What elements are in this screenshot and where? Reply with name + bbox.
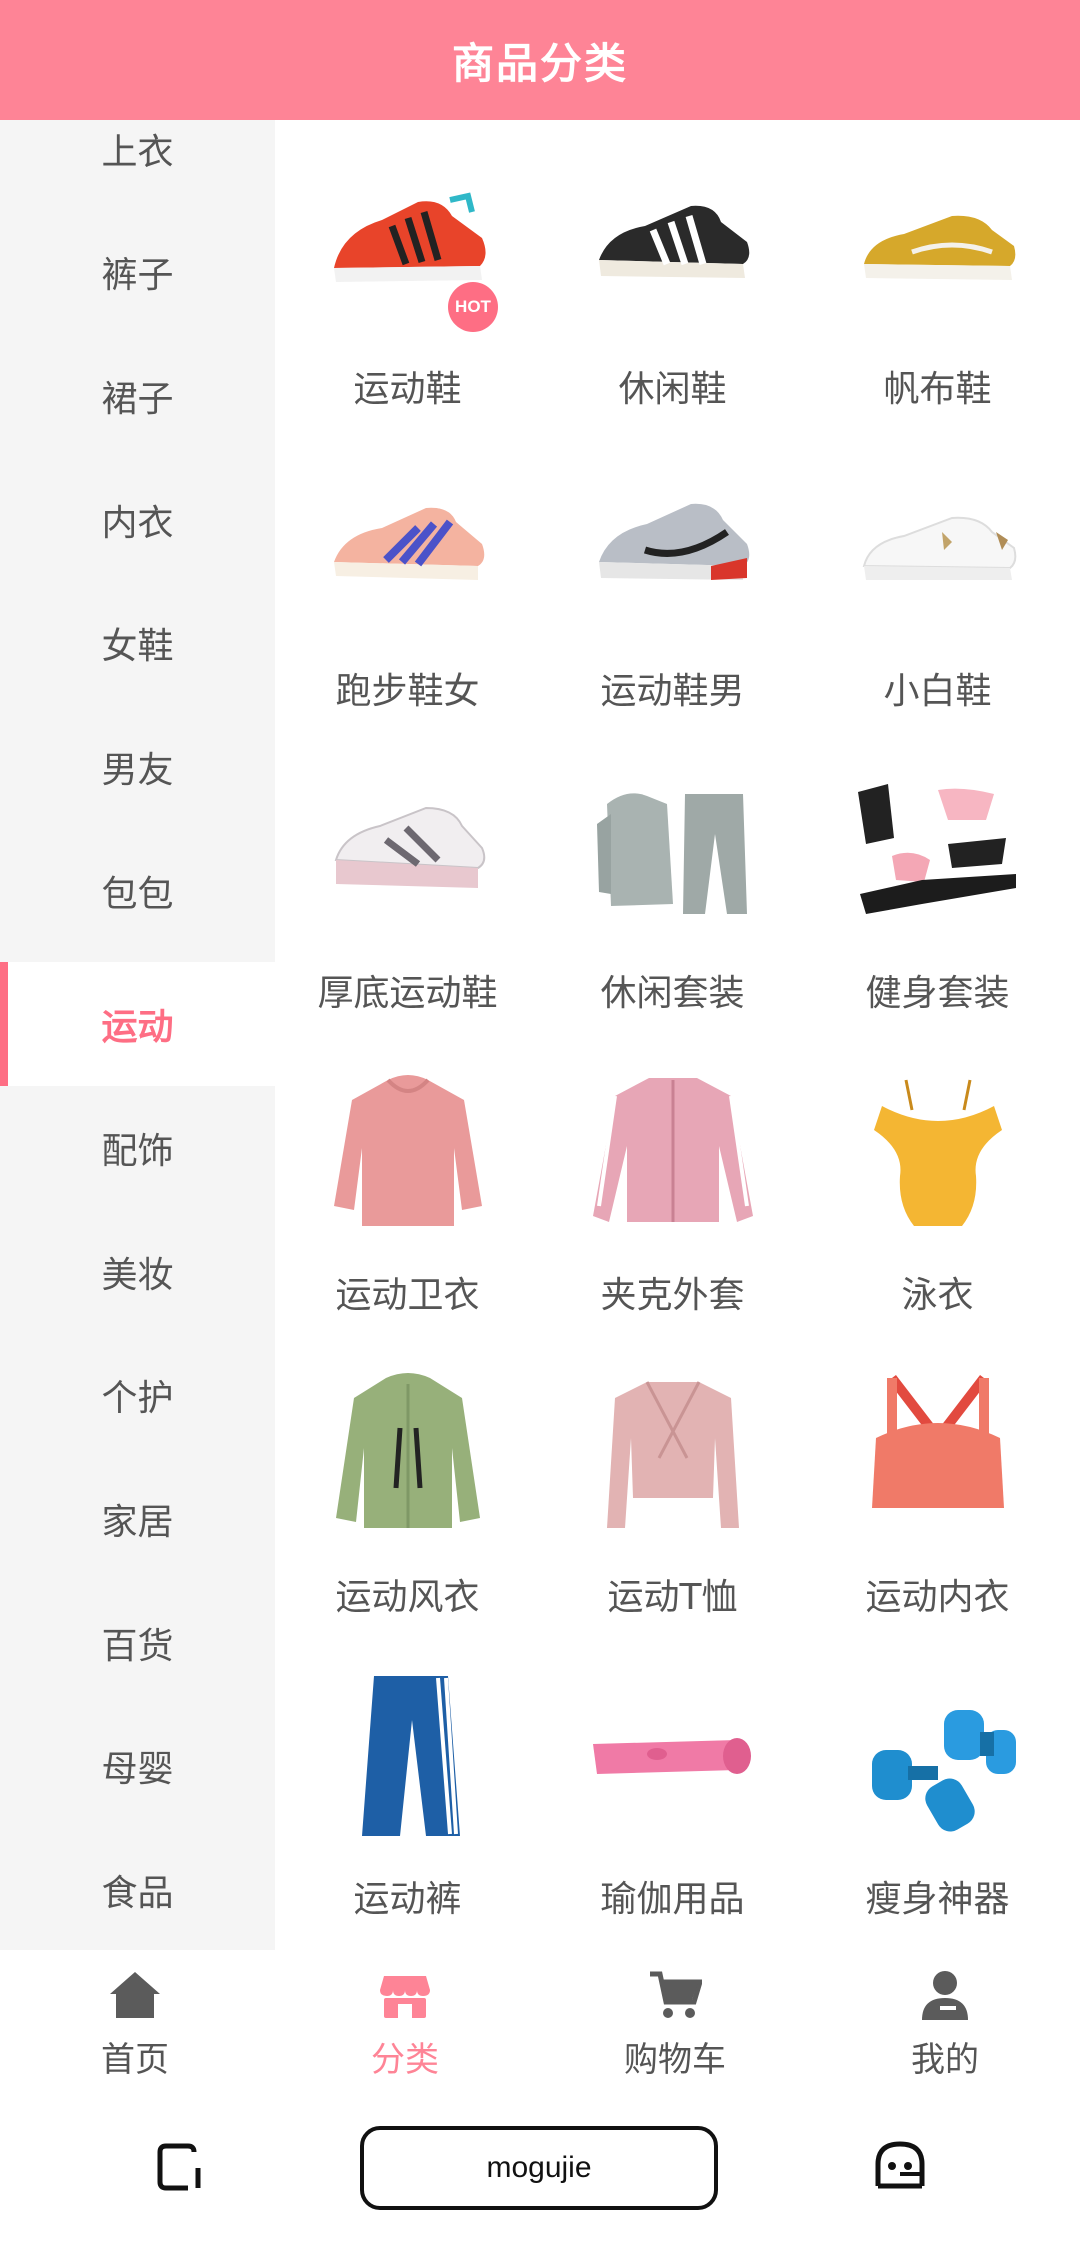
page-title: 商品分类 xyxy=(451,38,628,88)
sidebar-item-accessories[interactable]: 配饰 xyxy=(0,1086,275,1210)
grid-item-label: 运动内衣 xyxy=(865,1577,1010,1618)
assistant-icon[interactable] xyxy=(870,2138,930,2198)
tab-label: 我的 xyxy=(911,2040,979,2080)
grid-item-slimming-tools[interactable]: 瘦身神器 xyxy=(805,1630,1070,1932)
grid-item-label: 休闲套装 xyxy=(600,973,745,1014)
tab-category[interactable]: 分类 xyxy=(270,1950,540,2088)
white-sneaker-icon xyxy=(852,462,1024,634)
sidebar-item-womens-shoes[interactable]: 女鞋 xyxy=(0,581,275,705)
bottom-tab-bar: 首页 分类 购物车 我的 xyxy=(0,1950,1080,2088)
sports-bra-icon xyxy=(852,1368,1024,1540)
sidebar-item-tops[interactable]: 上衣 xyxy=(0,120,275,211)
grid-item-label: 运动T恤 xyxy=(607,1577,738,1618)
cart-icon xyxy=(650,1971,702,2018)
running-shoe-pink-icon xyxy=(322,462,494,634)
grid-item-label: 运动鞋男 xyxy=(600,671,745,712)
grid-item-platform-sneakers[interactable]: 厚底运动鞋 xyxy=(275,724,540,1026)
sidebar-item-skirts[interactable]: 裙子 xyxy=(0,334,275,458)
grid-item-label: 健身套装 xyxy=(865,973,1010,1014)
grid-item-label: 运动风衣 xyxy=(335,1577,480,1618)
sidebar-item-bags[interactable]: 包包 xyxy=(0,829,275,953)
fitness-set-icon xyxy=(852,764,1024,936)
sidebar-item-general-goods[interactable]: 百货 xyxy=(0,1581,275,1705)
yellow-swimsuit-icon xyxy=(852,1066,1024,1238)
yoga-mat-icon xyxy=(587,1670,759,1842)
grid-item-yoga-supplies[interactable]: 瑜伽用品 xyxy=(540,1630,805,1932)
grid-item-sport-windbreakers[interactable]: 运动风衣 xyxy=(275,1328,540,1630)
grid-item-sport-tshirts[interactable]: 运动T恤 xyxy=(540,1328,805,1630)
green-windbreaker-icon xyxy=(322,1368,494,1540)
grid-item-sport-pants[interactable]: 运动裤 xyxy=(275,1630,540,1932)
grid-item-label: 泳衣 xyxy=(901,1275,974,1316)
sidebar-item-home[interactable]: 家居 xyxy=(0,1457,275,1581)
grid-item-white-shoes[interactable]: 小白鞋 xyxy=(805,422,1070,724)
grey-tracksuit-icon xyxy=(587,764,759,936)
grid-item-sport-bras[interactable]: 运动内衣 xyxy=(805,1328,1070,1630)
grid-item-label: 运动裤 xyxy=(353,1879,462,1920)
page-header: 商品分类 xyxy=(0,0,1080,120)
sidebar-item-food[interactable]: 食品 xyxy=(0,1828,275,1950)
grid-item-label: 小白鞋 xyxy=(883,671,992,712)
grid-item-fitness-sets[interactable]: 健身套装 xyxy=(805,724,1070,1026)
grid-item-label: 运动鞋 xyxy=(353,369,462,410)
grid-item-label: 帆布鞋 xyxy=(883,369,992,410)
grid-item-casual-sets[interactable]: 休闲套装 xyxy=(540,724,805,1026)
sidebar-item-boyfriend[interactable]: 男友 xyxy=(0,705,275,829)
sneaker-grey-icon xyxy=(587,462,759,634)
canvas-shoe-yellow-icon xyxy=(852,160,1024,332)
tab-home[interactable]: 首页 xyxy=(0,1950,270,2088)
sidebar-item-makeup[interactable]: 美妆 xyxy=(0,1210,275,1334)
grid-item-jackets[interactable]: 夹克外套 xyxy=(540,1026,805,1328)
subcategory-grid: HOT 运动鞋 休闲鞋 帆布鞋 跑步鞋女 运动鞋男 小白鞋 厚底运动鞋 休闲套装… xyxy=(275,120,1080,1950)
grid-item-label: 休闲鞋 xyxy=(618,369,727,410)
tab-label: 购物车 xyxy=(624,2040,726,2080)
hot-badge: HOT xyxy=(448,282,498,332)
dumbbell-icon xyxy=(852,1670,1024,1842)
grid-item-sport-shoes[interactable]: HOT 运动鞋 xyxy=(275,120,540,422)
home-icon xyxy=(110,1972,160,2018)
grid-item-label: 瑜伽用品 xyxy=(600,1879,745,1920)
recent-apps-icon[interactable] xyxy=(150,2138,210,2198)
grid-item-label: 厚底运动鞋 xyxy=(317,973,498,1014)
sidebar-item-pants[interactable]: 裤子 xyxy=(0,210,275,334)
grid-item-running-shoes-women[interactable]: 跑步鞋女 xyxy=(275,422,540,724)
grid-item-sport-shoes-men[interactable]: 运动鞋男 xyxy=(540,422,805,724)
tab-label: 首页 xyxy=(101,2040,169,2080)
tab-profile[interactable]: 我的 xyxy=(810,1950,1080,2088)
system-nav-bar: mogujie xyxy=(0,2088,1080,2249)
tab-cart[interactable]: 购物车 xyxy=(540,1950,810,2088)
grid-item-label: 跑步鞋女 xyxy=(335,671,480,712)
category-sidebar[interactable]: 上衣 裤子 裙子 内衣 女鞋 男友 包包 运动 配饰 美妆 个护 家居 百货 母… xyxy=(0,120,275,1950)
blue-track-pants-icon xyxy=(322,1670,494,1842)
pink-wrap-top-icon xyxy=(587,1368,759,1540)
grid-item-label: 瘦身神器 xyxy=(865,1879,1010,1920)
grid-item-label: 夹克外套 xyxy=(600,1275,745,1316)
user-icon xyxy=(922,1971,968,2020)
sidebar-item-underwear[interactable]: 内衣 xyxy=(0,458,275,582)
grid-item-swimwear[interactable]: 泳衣 xyxy=(805,1026,1070,1328)
grid-item-label: 运动卫衣 xyxy=(335,1275,480,1316)
store-icon xyxy=(380,1976,430,2018)
sidebar-item-mother-baby[interactable]: 母婴 xyxy=(0,1704,275,1828)
chunky-sneaker-icon xyxy=(322,764,494,936)
sneaker-black-white-icon xyxy=(587,160,759,332)
pink-jacket-icon xyxy=(587,1066,759,1238)
tab-label: 分类 xyxy=(371,2040,439,2080)
pink-hoodie-icon xyxy=(322,1066,494,1238)
grid-item-canvas-shoes[interactable]: 帆布鞋 xyxy=(805,120,1070,422)
sidebar-item-personal-care[interactable]: 个护 xyxy=(0,1333,275,1457)
grid-item-sport-hoodies[interactable]: 运动卫衣 xyxy=(275,1026,540,1328)
home-pill-button[interactable]: mogujie xyxy=(360,2126,718,2210)
sidebar-item-sports[interactable]: 运动 xyxy=(0,962,275,1086)
grid-item-casual-shoes[interactable]: 休闲鞋 xyxy=(540,120,805,422)
